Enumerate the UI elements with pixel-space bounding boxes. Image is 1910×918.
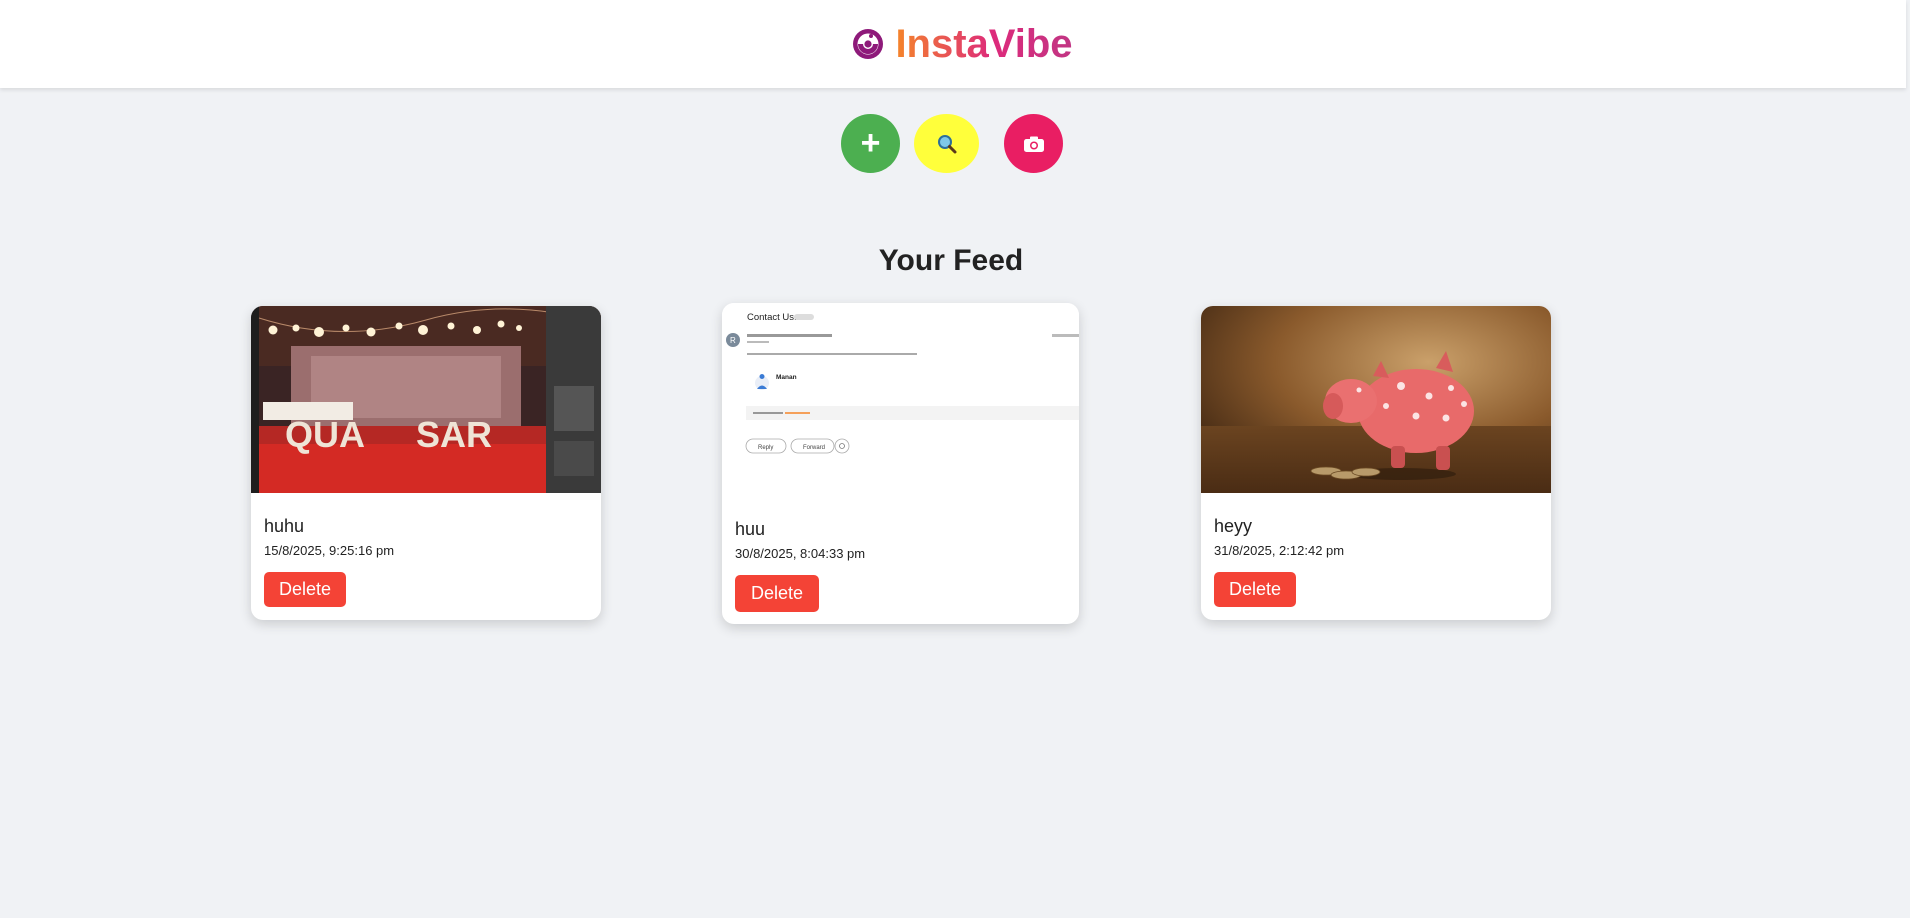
image-heading: Contact Us: (747, 312, 797, 323)
post-card: QUA SAR huhu 15/8/2025, 9:25:16 pm Delete (251, 306, 601, 620)
post-card: Contact Us: R Manan Reply Forward huu 30… (722, 303, 1079, 624)
plus-icon: + (860, 123, 881, 162)
post-timestamp: 30/8/2025, 8:04:33 pm (735, 546, 866, 561)
feed-title: Your Feed (878, 244, 1024, 277)
delete-button[interactable]: Delete (1214, 572, 1296, 607)
delete-button[interactable]: Delete (264, 572, 346, 607)
image-forward: Forward (803, 445, 825, 451)
search-icon (937, 134, 956, 153)
instavibe-logo-icon (853, 29, 884, 59)
camera-button[interactable] (1004, 114, 1063, 173)
svg-text:SAR: SAR (416, 414, 492, 455)
delete-button[interactable]: Delete (735, 575, 819, 612)
post-caption: heyy (1214, 516, 1253, 536)
search-button[interactable] (914, 114, 979, 173)
post-image[interactable]: Contact Us: R Manan Reply Forward (722, 303, 1079, 503)
camera-icon (1023, 136, 1044, 152)
post-card: heyy 31/8/2025, 2:12:42 pm Delete (1201, 306, 1551, 620)
post-caption: huhu (264, 516, 305, 536)
post-image[interactable]: QUA SAR (251, 306, 601, 493)
post-timestamp: 15/8/2025, 9:25:16 pm (264, 543, 395, 558)
top-header: InstaVibe (0, 0, 1906, 88)
image-avatar-letter: R (730, 336, 736, 345)
post-image[interactable] (1201, 306, 1551, 493)
brand[interactable]: InstaVibe (851, 21, 1073, 67)
post-timestamp: 31/8/2025, 2:12:42 pm (1214, 543, 1345, 558)
brand-name: InstaVibe (895, 21, 1073, 66)
post-caption: huu (735, 519, 766, 539)
add-post-button[interactable]: + (841, 114, 900, 173)
svg-text:QUA: QUA (285, 414, 365, 455)
image-sender: Manan (776, 374, 797, 381)
image-reply: Reply (758, 445, 773, 451)
